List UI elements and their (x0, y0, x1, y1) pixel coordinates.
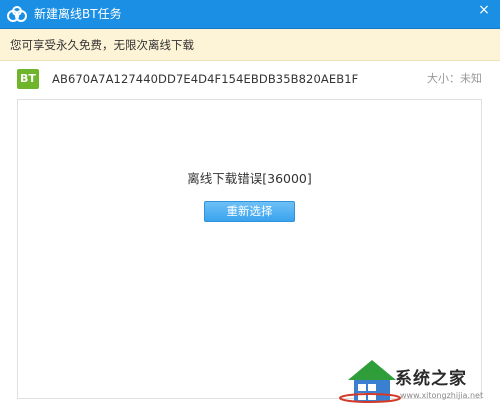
watermark-url: www.xitongzhijia.net (400, 391, 484, 400)
title-bar: 新建离线BT任务 × (0, 0, 500, 29)
close-icon: × (478, 2, 490, 18)
torrent-hash: AB670A7A127440DD7E4D4F154EBDB35B820AEB1F (52, 72, 359, 86)
cloud-logo-icon (7, 6, 27, 22)
file-size: 大小：未知 (427, 72, 482, 85)
close-button[interactable]: × (468, 0, 500, 22)
watermark-text: 系统之家 (395, 369, 467, 389)
notice-text: 您可享受永久免费，无限次离线下载 (10, 38, 194, 52)
window-title: 新建离线BT任务 (34, 7, 122, 21)
bt-file-icon: BT (17, 69, 39, 89)
notice-bar: 您可享受永久免费，无限次离线下载 (0, 29, 500, 61)
error-message: 离线下载错误[36000] (187, 171, 312, 186)
reselect-button[interactable]: 重新选择 (204, 201, 295, 222)
watermark: 系统之家 www.xitongzhijia.net (330, 350, 500, 407)
file-row: BT AB670A7A127440DD7E4D4F154EBDB35B820AE… (0, 61, 500, 97)
